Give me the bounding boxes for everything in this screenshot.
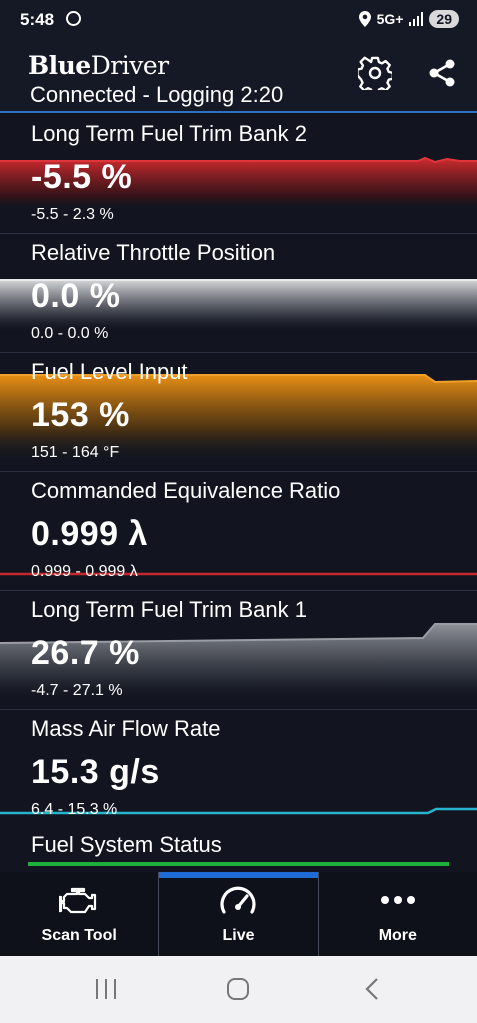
gauge-mass-air-flow-rate[interactable]: Mass Air Flow Rate 15.3 g/s 6.4 - 15.3 % xyxy=(0,710,477,829)
gauge-value: 26.7 % xyxy=(31,634,140,672)
gauge-value: 0.0 % xyxy=(31,277,121,315)
bottom-navigation: Scan Tool Live More xyxy=(0,872,477,956)
home-icon[interactable] xyxy=(225,976,251,1002)
more-dots-icon xyxy=(380,896,415,904)
gauge-long-term-fuel-trim-bank-1[interactable]: Long Term Fuel Trim Bank 1 26.7 % -4.7 -… xyxy=(0,591,477,710)
notification-icon xyxy=(66,11,81,26)
gauge-long-term-fuel-trim-bank-2[interactable]: Long Term Fuel Trim Bank 2 -5.5 % -5.5 -… xyxy=(0,115,477,234)
active-tab-indicator xyxy=(159,872,318,878)
gauge-fuel-level-input[interactable]: Fuel Level Input 153 % 151 - 164 °F xyxy=(0,353,477,472)
gauge-range: 0.999 - 0.999 λ xyxy=(31,563,138,580)
gauge-range: 151 - 164 °F xyxy=(31,444,120,461)
status-indicators: 5G+ 29 xyxy=(358,10,459,28)
gauge-value: 0.999 λ xyxy=(31,515,148,553)
gauge-commanded-equivalence-ratio[interactable]: Commanded Equivalence Ratio 0.999 λ 0.99… xyxy=(0,472,477,591)
recent-apps-icon[interactable] xyxy=(93,976,119,1002)
gauge-label: Mass Air Flow Rate xyxy=(31,716,221,741)
gauge-value: 153 % xyxy=(31,396,130,434)
status-time: 5:48 xyxy=(20,10,55,29)
nav-more[interactable]: More xyxy=(319,872,477,956)
gauge-value: 15.3 g/s xyxy=(31,753,160,791)
speedometer-icon xyxy=(220,886,257,914)
gauge-range: -4.7 - 27.1 % xyxy=(31,682,123,699)
gear-icon[interactable] xyxy=(358,56,392,90)
status-bar-line xyxy=(28,862,449,866)
nav-scan-tool[interactable]: Scan Tool xyxy=(0,872,160,956)
gauge-label: Commanded Equivalence Ratio xyxy=(31,478,341,503)
back-icon[interactable] xyxy=(362,976,384,1002)
location-icon xyxy=(358,11,371,27)
battery-indicator: 29 xyxy=(429,10,459,28)
gauge-label: Long Term Fuel Trim Bank 2 xyxy=(31,121,307,146)
gauge-label: Long Term Fuel Trim Bank 1 xyxy=(31,597,307,622)
app-logo: BlueDriver xyxy=(28,51,169,80)
nav-live[interactable]: Live xyxy=(159,872,319,956)
gauge-range: -5.5 - 2.3 % xyxy=(31,206,114,223)
gauge-fuel-system-status[interactable]: Fuel System Status xyxy=(0,822,477,872)
nav-label: Scan Tool xyxy=(41,927,117,944)
share-icon[interactable] xyxy=(427,58,457,88)
gauge-label: Relative Throttle Position xyxy=(31,240,276,265)
system-navigation-bar xyxy=(0,956,477,1023)
nav-label: Live xyxy=(222,927,255,944)
gauge-value: -5.5 % xyxy=(31,158,133,196)
gauge-relative-throttle-position[interactable]: Relative Throttle Position 0.0 % 0.0 - 0… xyxy=(0,234,477,353)
app-header: BlueDriver Connected - Logging 2:20 xyxy=(0,40,477,113)
nav-label: More xyxy=(378,927,417,944)
network-type: 5G+ xyxy=(376,11,404,27)
gauge-range: 6.4 - 15.3 % xyxy=(31,801,118,818)
connection-status: Connected - Logging 2:20 xyxy=(30,82,284,107)
gauge-range: 0.0 - 0.0 % xyxy=(31,325,109,342)
status-bar: 5:48 5G+ 29 xyxy=(0,0,477,40)
gauge-label: Fuel Level Input xyxy=(31,359,188,384)
gauge-label: Fuel System Status xyxy=(31,832,222,857)
signal-icon xyxy=(409,12,424,26)
engine-icon xyxy=(59,887,97,914)
